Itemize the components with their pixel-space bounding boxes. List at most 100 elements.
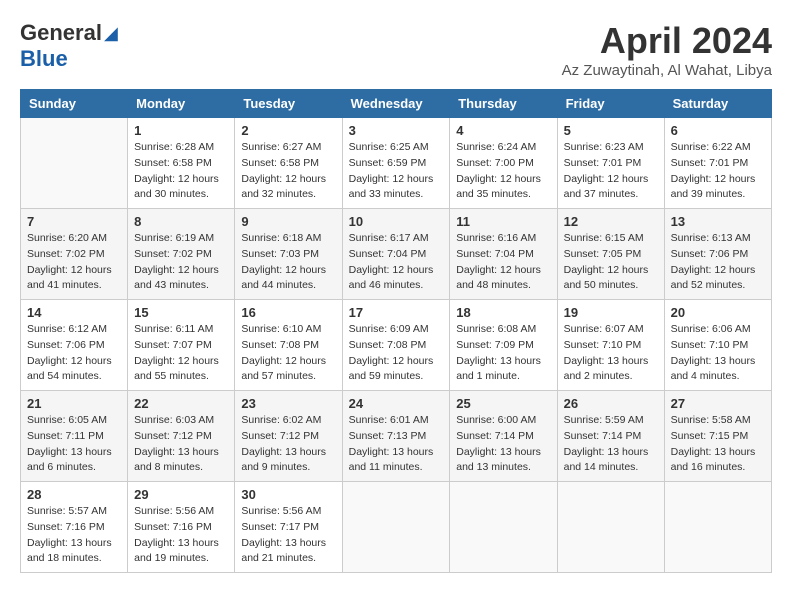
calendar-day-cell: 28 Sunrise: 5:57 AM Sunset: 7:16 PM Dayli… [21, 482, 128, 573]
day-number: 26 [564, 396, 658, 411]
day-number: 22 [134, 396, 228, 411]
calendar-week-row: 1 Sunrise: 6:28 AM Sunset: 6:58 PM Daylig… [21, 118, 772, 209]
calendar-day-cell: 30Sunrise: 5:56 AM Sunset: 7:17 PM Dayli… [235, 482, 342, 573]
calendar-day-cell: 17 Sunrise: 6:09 AM Sunset: 7:08 PM Dayli… [342, 300, 450, 391]
day-number: 30 [241, 487, 335, 502]
day-number: 12 [564, 214, 658, 229]
weekday-row: SundayMondayTuesdayWednesdayThursdayFrid… [21, 90, 772, 118]
day-info: Sunrise: 6:10 AM Sunset: 7:08 PM Dayligh… [241, 322, 335, 385]
day-number: 28 [27, 487, 121, 502]
calendar-day-cell: 15Sunrise: 6:11 AM Sunset: 7:07 PM Dayli… [128, 300, 235, 391]
calendar-day-cell: 26 Sunrise: 5:59 AM Sunset: 7:14 PM Dayli… [557, 391, 664, 482]
calendar-day-cell [557, 482, 664, 573]
calendar-table: SundayMondayTuesdayWednesdayThursdayFrid… [20, 89, 772, 573]
calendar-day-cell: 5 Sunrise: 6:23 AM Sunset: 7:01 PM Daylig… [557, 118, 664, 209]
calendar-day-cell: 24Sunrise: 6:01 AM Sunset: 7:13 PM Dayli… [342, 391, 450, 482]
calendar-week-row: 14Sunrise: 6:12 AM Sunset: 7:06 PM Dayli… [21, 300, 772, 391]
calendar-day-cell: 16 Sunrise: 6:10 AM Sunset: 7:08 PM Dayli… [235, 300, 342, 391]
weekday-header: Tuesday [235, 90, 342, 118]
calendar-day-cell: 11 Sunrise: 6:16 AM Sunset: 7:04 PM Dayli… [450, 209, 557, 300]
day-number: 2 [241, 123, 335, 138]
day-number: 4 [456, 123, 550, 138]
day-info: Sunrise: 6:06 AM Sunset: 7:10 PM Dayligh… [671, 322, 765, 385]
day-info: Sunrise: 5:59 AM Sunset: 7:14 PM Dayligh… [564, 413, 658, 476]
day-info: Sunrise: 6:15 AM Sunset: 7:05 PM Dayligh… [564, 231, 658, 294]
weekday-header: Monday [128, 90, 235, 118]
day-info: Sunrise: 6:18 AM Sunset: 7:03 PM Dayligh… [241, 231, 335, 294]
day-number: 10 [349, 214, 444, 229]
day-number: 24 [349, 396, 444, 411]
day-info: Sunrise: 6:02 AM Sunset: 7:12 PM Dayligh… [241, 413, 335, 476]
day-number: 18 [456, 305, 550, 320]
day-number: 11 [456, 214, 550, 229]
calendar-day-cell: 9 Sunrise: 6:18 AM Sunset: 7:03 PM Daylig… [235, 209, 342, 300]
day-number: 25 [456, 396, 550, 411]
day-number: 29 [134, 487, 228, 502]
logo-general-text: General [20, 20, 102, 46]
day-info: Sunrise: 6:03 AM Sunset: 7:12 PM Dayligh… [134, 413, 228, 476]
calendar-day-cell: 14Sunrise: 6:12 AM Sunset: 7:06 PM Dayli… [21, 300, 128, 391]
calendar-week-row: 28 Sunrise: 5:57 AM Sunset: 7:16 PM Dayli… [21, 482, 772, 573]
day-info: Sunrise: 6:20 AM Sunset: 7:02 PM Dayligh… [27, 231, 121, 294]
day-number: 27 [671, 396, 765, 411]
day-info: Sunrise: 6:25 AM Sunset: 6:59 PM Dayligh… [349, 140, 444, 203]
calendar-day-cell: 1 Sunrise: 6:28 AM Sunset: 6:58 PM Daylig… [128, 118, 235, 209]
month-title: April 2024 [562, 20, 772, 62]
calendar-day-cell [664, 482, 771, 573]
weekday-header: Thursday [450, 90, 557, 118]
day-info: Sunrise: 6:23 AM Sunset: 7:01 PM Dayligh… [564, 140, 658, 203]
day-number: 9 [241, 214, 335, 229]
day-info: Sunrise: 6:05 AM Sunset: 7:11 PM Dayligh… [27, 413, 121, 476]
day-number: 17 [349, 305, 444, 320]
day-number: 1 [134, 123, 228, 138]
day-number: 7 [27, 214, 121, 229]
day-info: Sunrise: 5:58 AM Sunset: 7:15 PM Dayligh… [671, 413, 765, 476]
calendar-day-cell: 6Sunrise: 6:22 AM Sunset: 7:01 PM Daylig… [664, 118, 771, 209]
day-info: Sunrise: 6:27 AM Sunset: 6:58 PM Dayligh… [241, 140, 335, 203]
day-number: 20 [671, 305, 765, 320]
location-text: Az Zuwaytinah, Al Wahat, Libya [562, 62, 772, 79]
calendar-day-cell: 27 Sunrise: 5:58 AM Sunset: 7:15 PM Dayli… [664, 391, 771, 482]
day-info: Sunrise: 6:09 AM Sunset: 7:08 PM Dayligh… [349, 322, 444, 385]
day-info: Sunrise: 6:00 AM Sunset: 7:14 PM Dayligh… [456, 413, 550, 476]
calendar-body: 1 Sunrise: 6:28 AM Sunset: 6:58 PM Daylig… [21, 118, 772, 573]
calendar-day-cell: 13Sunrise: 6:13 AM Sunset: 7:06 PM Dayli… [664, 209, 771, 300]
day-number: 14 [27, 305, 121, 320]
day-number: 19 [564, 305, 658, 320]
calendar-day-cell [21, 118, 128, 209]
day-info: Sunrise: 5:56 AM Sunset: 7:16 PM Dayligh… [134, 504, 228, 567]
calendar-day-cell: 8Sunrise: 6:19 AM Sunset: 7:02 PM Daylig… [128, 209, 235, 300]
day-info: Sunrise: 6:28 AM Sunset: 6:58 PM Dayligh… [134, 140, 228, 203]
logo-blue-text: Blue [20, 46, 68, 72]
calendar-day-cell: 25 Sunrise: 6:00 AM Sunset: 7:14 PM Dayli… [450, 391, 557, 482]
day-info: Sunrise: 6:17 AM Sunset: 7:04 PM Dayligh… [349, 231, 444, 294]
day-info: Sunrise: 6:19 AM Sunset: 7:02 PM Dayligh… [134, 231, 228, 294]
day-info: Sunrise: 5:57 AM Sunset: 7:16 PM Dayligh… [27, 504, 121, 567]
day-info: Sunrise: 6:13 AM Sunset: 7:06 PM Dayligh… [671, 231, 765, 294]
calendar-day-cell: 23Sunrise: 6:02 AM Sunset: 7:12 PM Dayli… [235, 391, 342, 482]
calendar-day-cell: 12 Sunrise: 6:15 AM Sunset: 7:05 PM Dayli… [557, 209, 664, 300]
logo: General ◢ Blue [20, 20, 118, 72]
calendar-week-row: 7 Sunrise: 6:20 AM Sunset: 7:02 PM Daylig… [21, 209, 772, 300]
calendar-day-cell: 2 Sunrise: 6:27 AM Sunset: 6:58 PM Daylig… [235, 118, 342, 209]
calendar-day-cell: 21 Sunrise: 6:05 AM Sunset: 7:11 PM Dayli… [21, 391, 128, 482]
calendar-day-cell: 29 Sunrise: 5:56 AM Sunset: 7:16 PM Dayli… [128, 482, 235, 573]
day-info: Sunrise: 6:16 AM Sunset: 7:04 PM Dayligh… [456, 231, 550, 294]
calendar-day-cell: 18Sunrise: 6:08 AM Sunset: 7:09 PM Dayli… [450, 300, 557, 391]
day-info: Sunrise: 6:22 AM Sunset: 7:01 PM Dayligh… [671, 140, 765, 203]
calendar-day-cell: 19 Sunrise: 6:07 AM Sunset: 7:10 PM Dayli… [557, 300, 664, 391]
day-info: Sunrise: 6:07 AM Sunset: 7:10 PM Dayligh… [564, 322, 658, 385]
calendar-day-cell: 4 Sunrise: 6:24 AM Sunset: 7:00 PM Daylig… [450, 118, 557, 209]
day-info: Sunrise: 6:24 AM Sunset: 7:00 PM Dayligh… [456, 140, 550, 203]
weekday-header: Sunday [21, 90, 128, 118]
day-number: 5 [564, 123, 658, 138]
logo-bird-icon: ◢ [104, 23, 118, 44]
calendar-day-cell: 3Sunrise: 6:25 AM Sunset: 6:59 PM Daylig… [342, 118, 450, 209]
calendar-day-cell: 7 Sunrise: 6:20 AM Sunset: 7:02 PM Daylig… [21, 209, 128, 300]
weekday-header: Friday [557, 90, 664, 118]
calendar-day-cell [342, 482, 450, 573]
day-number: 21 [27, 396, 121, 411]
day-number: 16 [241, 305, 335, 320]
calendar-day-cell: 20 Sunrise: 6:06 AM Sunset: 7:10 PM Dayli… [664, 300, 771, 391]
day-number: 15 [134, 305, 228, 320]
